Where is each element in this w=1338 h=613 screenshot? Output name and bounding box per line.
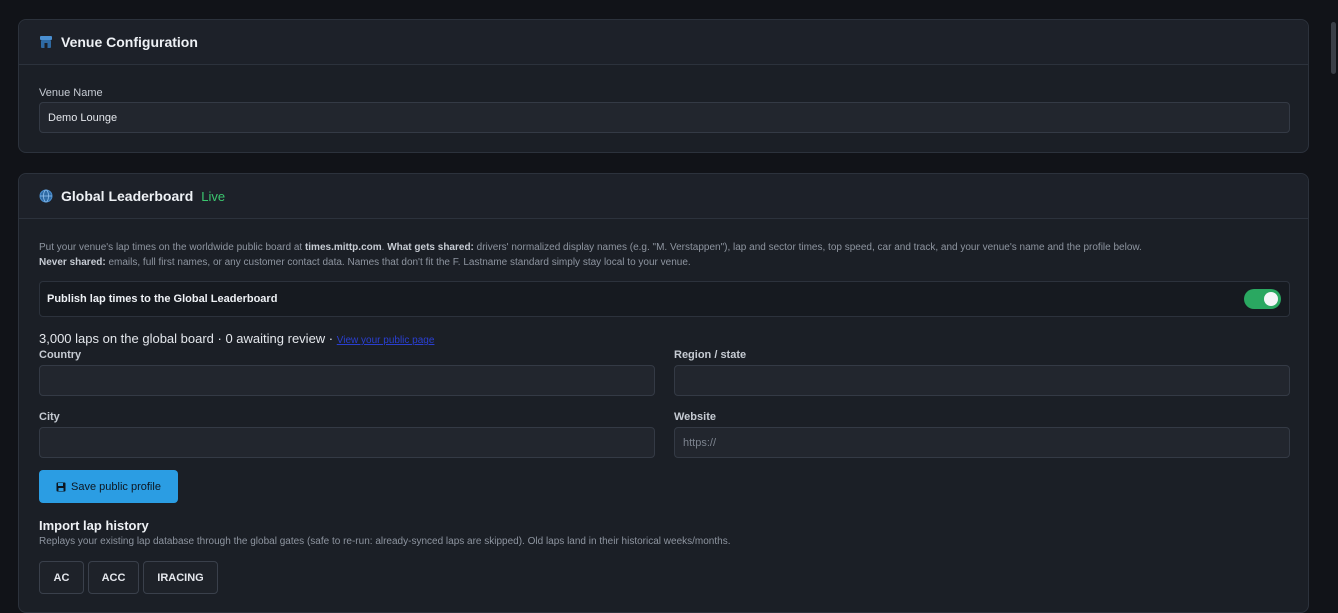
website-label: Website [674,411,716,423]
description-text: drivers' normalized display names (e.g. … [473,242,1142,253]
scrollbar-thumb[interactable] [1331,22,1336,74]
venue-name-input[interactable]: Demo Lounge [39,102,1290,133]
country-input[interactable] [39,365,655,396]
website-input[interactable]: https:// [674,427,1290,458]
leaderboard-stats: 3,000 laps on the global board · 0 await… [39,331,434,346]
shared-label: What gets shared: [387,242,474,253]
stats-text: 3,000 laps on the global board · 0 await… [39,331,337,346]
never-shared-label: Never shared: [39,257,106,268]
venue-configuration-card: Venue Configuration Venue Name Demo Loun… [18,19,1309,153]
page-scrollbar[interactable] [1330,0,1338,602]
live-status-badge: Live [201,188,226,204]
store-icon [39,35,53,49]
description-text: emails, full first names, or any custome… [105,257,691,268]
global-leaderboard-title: Global Leaderboard [61,188,194,204]
description-text: Put your venue's lap times on the worldw… [39,242,305,253]
city-input[interactable] [39,427,655,458]
import-lap-history-description: Replays your existing lap database throu… [39,536,731,547]
toggle-knob [1264,292,1278,306]
venue-name-label: Venue Name [39,87,103,99]
region-input[interactable] [674,365,1290,396]
import-acc-button[interactable]: ACC [88,561,139,594]
venue-configuration-title: Venue Configuration [61,34,198,50]
global-leaderboard-card: Global Leaderboard Live Put your venue's… [18,173,1309,613]
import-iracing-button[interactable]: IRACING [143,561,218,594]
publish-toggle-label: Publish lap times to the Global Leaderbo… [47,293,278,305]
floppy-disk-icon [56,482,66,492]
globe-icon [39,189,53,203]
city-label: City [39,411,60,423]
site-name: times.mittp.com [304,242,382,253]
publish-toggle-row[interactable]: Publish lap times to the Global Leaderbo… [39,281,1290,317]
publish-toggle-switch[interactable] [1244,289,1281,309]
venue-configuration-header: Venue Configuration [19,20,1308,65]
import-ac-button[interactable]: AC [39,561,84,594]
public-page-link[interactable]: View your public page [337,335,435,346]
import-lap-history-title: Import lap history [39,518,149,533]
save-button-label: Save public profile [71,480,161,493]
country-label: Country [39,349,82,361]
save-public-profile-button[interactable]: Save public profile [39,470,178,503]
region-label: Region / state [674,349,747,361]
leaderboard-description: Put your venue's lap times on the worldw… [39,240,1289,270]
global-leaderboard-header: Global Leaderboard Live [19,174,1308,219]
